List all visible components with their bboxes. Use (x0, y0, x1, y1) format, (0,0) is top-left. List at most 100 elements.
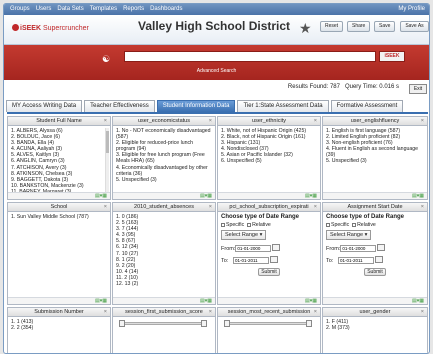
submit-button[interactable]: Submit (364, 268, 386, 277)
close-icon[interactable]: × (421, 117, 424, 125)
list-item[interactable]: 2. M (373) (326, 325, 424, 331)
calendar-icon[interactable] (374, 256, 383, 264)
save-button[interactable]: Save (374, 21, 396, 32)
scrollbar[interactable] (105, 128, 109, 192)
panel-title: Student Full Name (36, 118, 82, 124)
from-row: From: (326, 244, 424, 253)
chart-icon[interactable]: ▤▾▦ (95, 193, 107, 199)
chart-icon[interactable]: ▤▾▦ (412, 193, 424, 199)
close-icon[interactable]: × (421, 203, 424, 211)
nav-groups[interactable]: Groups (10, 6, 30, 12)
advanced-search-link[interactable]: Advanced Search (4, 68, 429, 74)
chart-icon[interactable]: ▤▾▦ (200, 298, 212, 304)
calendar-icon[interactable] (272, 244, 281, 252)
list-item[interactable]: 5. Unspecified (3) (326, 158, 424, 164)
nav-templates[interactable]: Templates (90, 6, 117, 12)
list-item[interactable]: 2. Eligible for reduced-price lunch prog… (116, 140, 212, 152)
close-icon[interactable]: × (104, 117, 107, 125)
favorite-star-icon[interactable]: ★ (299, 21, 313, 35)
calendar-icon[interactable] (377, 244, 386, 252)
score-range-slider[interactable] (119, 320, 207, 327)
to-date-input[interactable] (337, 257, 374, 265)
specific-checkbox[interactable] (221, 223, 225, 228)
list-item[interactable]: 5. Unspecified (3) (116, 177, 212, 183)
relative-checkbox[interactable] (247, 223, 252, 228)
tab-teacher-effectiveness[interactable]: Teacher Effectiveness (84, 100, 155, 112)
relative-label: Relative (252, 222, 271, 229)
slider-handle-max[interactable] (306, 320, 312, 327)
exit-button[interactable]: Exit (409, 84, 427, 94)
close-icon[interactable]: × (209, 117, 212, 125)
chart-icon[interactable]: ▤▾▦ (305, 193, 317, 199)
chevron-down-icon: ▾ (364, 232, 368, 239)
panel-subscription-expiration: pci_school_subscription_expirati × Choose… (217, 202, 321, 305)
select-range-label: Select Range (225, 232, 259, 239)
chart-icon[interactable]: ▤▾▦ (200, 193, 212, 199)
tab-state-assessment[interactable]: Tier 1:State Assessment Data (237, 100, 329, 112)
relative-checkbox[interactable] (352, 223, 357, 228)
chevron-down-icon: ▾ (259, 232, 263, 239)
close-icon[interactable]: × (314, 203, 317, 211)
nav-dashboards[interactable]: Dashboards (150, 6, 182, 12)
close-icon[interactable]: × (314, 117, 317, 125)
list-item[interactable]: 2. 2 (354) (11, 325, 107, 331)
chart-icon[interactable]: ▤▾▦ (95, 298, 107, 304)
submit-button[interactable]: Submit (258, 268, 280, 277)
panel-student-absences: 2010_student_absences × 1. 0 (186) 2. 5 (… (112, 202, 216, 305)
chart-icon[interactable]: ▤▾▦ (412, 298, 424, 304)
score-range-slider[interactable] (224, 320, 312, 327)
to-date-input[interactable] (232, 257, 269, 265)
close-icon[interactable]: × (104, 203, 107, 211)
list-item[interactable]: 12. 13 (2) (116, 281, 212, 287)
panel-submission-number: Submission Number × 1. 1 (413) 2. 2 (354) (7, 307, 111, 353)
from-date-input[interactable] (340, 245, 377, 253)
specific-checkbox[interactable] (326, 223, 330, 228)
range-type-options: Specific Relative (326, 222, 424, 228)
nav-reports[interactable]: Reports (123, 6, 144, 12)
panel-english-fluency: user_englishfluency × 1. English is first… (322, 116, 428, 200)
close-icon[interactable]: × (209, 308, 212, 316)
chart-icon[interactable]: ▤▾▦ (305, 298, 317, 304)
from-label: From: (326, 246, 341, 253)
my-profile-link[interactable]: My Profile (398, 6, 425, 12)
logo-name: Supercruncher (42, 25, 89, 32)
reset-button[interactable]: Reset (320, 21, 344, 32)
list-item[interactable]: 4. Economically disadvantaged by other c… (116, 165, 212, 177)
select-range-dropdown[interactable]: Select Range ▾ (221, 230, 267, 241)
slider-handle-max[interactable] (201, 320, 207, 327)
select-range-dropdown[interactable]: Select Range ▾ (326, 230, 372, 241)
close-icon[interactable]: × (314, 308, 317, 316)
tab-formative-assessment[interactable]: Formative Assessment (330, 100, 404, 112)
panel-body: 1. No - NOT economically disadvantaged (… (113, 126, 215, 185)
list-item[interactable]: 3. Eligible for free lunch program (Free… (116, 152, 212, 164)
list-item[interactable]: 6. Unspecified (5) (221, 158, 317, 164)
tab-student-information[interactable]: Student Information Data (156, 100, 236, 112)
search-band: ☯ iSEEK Advanced Search (4, 45, 429, 80)
nav-data-sets[interactable]: Data Sets (57, 6, 83, 12)
share-button[interactable]: Share (347, 21, 371, 32)
panel-most-recent-submission: session_most_recent_submission × (217, 307, 321, 353)
panel-title: session_first_submission_score (125, 309, 203, 315)
list-item[interactable]: 4. Fluent in English as second language … (326, 146, 424, 158)
slider-handle-min[interactable] (119, 320, 125, 327)
slider-handle-min[interactable] (224, 320, 230, 327)
list-item[interactable]: 1. Sun Valley Middle School (787) (11, 214, 107, 220)
panel-body: 1. 0 (186) 2. 5 (163) 3. 7 (144) 4. 3 (9… (113, 212, 215, 289)
nav-users[interactable]: Users (36, 6, 52, 12)
close-icon[interactable]: × (209, 203, 212, 211)
panel-title: Submission Number (34, 309, 84, 315)
iseek-search-button[interactable]: iSEEK (379, 51, 405, 62)
panel-title: 2010_student_absences (134, 204, 194, 210)
calendar-icon[interactable] (269, 256, 278, 264)
from-date-input[interactable] (235, 245, 272, 253)
search-input[interactable] (124, 51, 376, 62)
tab-my-access-writing[interactable]: MY Access Writing Data (6, 100, 83, 112)
panel-title: user_ethnicity (252, 118, 286, 124)
close-icon[interactable]: × (104, 308, 107, 316)
close-icon[interactable]: × (421, 308, 424, 316)
scrollbar-thumb[interactable] (106, 131, 109, 153)
list-item[interactable]: 1. No - NOT economically disadvantaged (… (116, 128, 212, 140)
from-row: From: (221, 244, 317, 253)
save-as-button[interactable]: Save As (400, 21, 429, 32)
panel-body: 1. F (411) 2. M (373) (323, 317, 427, 333)
